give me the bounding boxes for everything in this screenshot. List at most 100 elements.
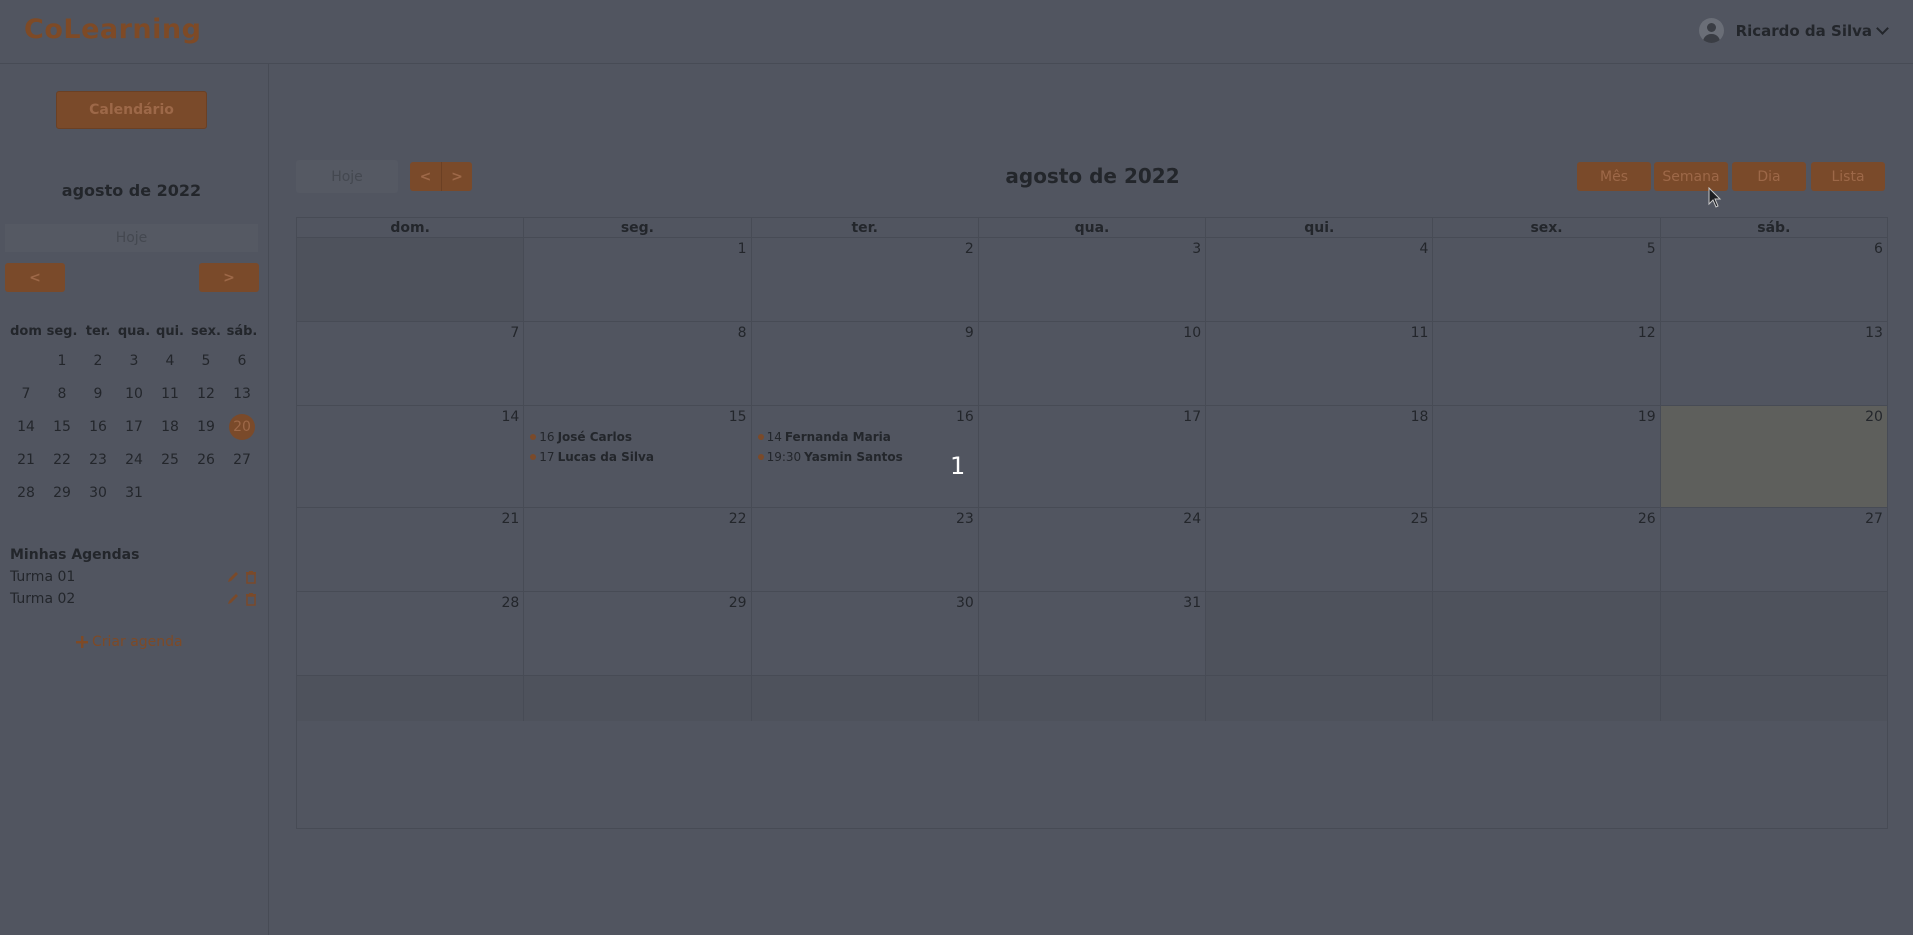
day-number[interactable]: 18 — [1411, 409, 1429, 425]
calendar-button[interactable]: Calendário — [56, 91, 207, 129]
trash-icon[interactable] — [244, 570, 258, 584]
mini-day[interactable]: 15 — [44, 414, 80, 440]
mini-day[interactable]: 12 — [188, 381, 224, 407]
day-cell[interactable]: 19 — [1433, 406, 1661, 507]
day-number[interactable]: 11 — [1411, 325, 1429, 341]
edit-icon[interactable] — [226, 570, 240, 584]
avatar[interactable] — [1698, 18, 1724, 43]
mini-day[interactable]: 20 — [229, 413, 255, 440]
day-cell[interactable]: 29 — [524, 592, 752, 675]
view-list-button[interactable]: Lista — [1811, 162, 1885, 191]
mini-day[interactable]: 29 — [44, 480, 80, 506]
day-cell[interactable]: 10 — [979, 322, 1207, 405]
day-number[interactable]: 24 — [1183, 511, 1201, 527]
day-number[interactable]: 30 — [956, 595, 974, 611]
day-number[interactable]: 14 — [501, 409, 519, 425]
day-cell[interactable]: 21 — [297, 508, 525, 591]
next-button[interactable]: > — [441, 162, 472, 191]
mini-day[interactable]: 16 — [80, 414, 116, 440]
calendar-event[interactable]: 14 Fernanda Maria — [757, 430, 891, 444]
day-number[interactable]: 10 — [1183, 325, 1201, 341]
day-number[interactable]: 28 — [501, 595, 519, 611]
mini-day[interactable]: 6 — [224, 348, 260, 374]
chevron-down-icon[interactable] — [1876, 21, 1889, 35]
day-cell[interactable]: 1 — [524, 238, 752, 321]
mini-day[interactable]: 3 — [116, 348, 152, 374]
day-number[interactable]: 12 — [1638, 325, 1656, 341]
day-number[interactable]: 13 — [1865, 325, 1883, 341]
mini-day[interactable]: 18 — [152, 414, 188, 440]
mini-day[interactable]: 9 — [80, 381, 116, 407]
day-cell[interactable]: 26 — [1433, 508, 1661, 591]
mini-day[interactable]: 27 — [224, 447, 260, 473]
mini-day[interactable]: 17 — [116, 414, 152, 440]
mini-day[interactable]: 11 — [152, 381, 188, 407]
day-number[interactable]: 6 — [1874, 241, 1883, 257]
day-number[interactable]: 3 — [1192, 241, 1201, 257]
day-cell[interactable]: 23 — [752, 508, 979, 591]
mini-day[interactable]: 31 — [116, 480, 152, 506]
day-cell[interactable]: 7 — [297, 322, 525, 405]
view-month-button[interactable]: Mês — [1577, 162, 1651, 191]
prev-button[interactable]: < — [410, 162, 441, 191]
mini-day[interactable]: 1 — [44, 348, 80, 374]
mini-day[interactable]: 24 — [116, 447, 152, 473]
view-day-button[interactable]: Dia — [1732, 162, 1806, 191]
day-cell[interactable]: 30 — [752, 592, 979, 675]
agenda-item[interactable]: Turma 02 — [10, 591, 258, 609]
day-number[interactable]: 31 — [1183, 595, 1201, 611]
user-name[interactable]: Ricardo da Silva — [1736, 22, 1872, 40]
day-cell[interactable]: 18 — [1206, 406, 1434, 507]
day-number[interactable]: 26 — [1638, 511, 1656, 527]
edit-icon[interactable] — [226, 592, 240, 606]
app-logo[interactable]: CoLearning — [24, 14, 201, 45]
day-cell[interactable]: 5 — [1433, 238, 1661, 321]
mini-day[interactable]: 10 — [116, 381, 152, 407]
day-cell[interactable]: 27 — [1661, 508, 1887, 591]
mini-day[interactable]: 8 — [44, 381, 80, 407]
create-agenda-label[interactable]: Criar agenda — [92, 634, 183, 650]
mini-day[interactable]: 13 — [224, 381, 260, 407]
mini-today-button[interactable]: Hoje — [5, 224, 258, 252]
day-number[interactable]: 16 — [956, 409, 974, 425]
day-cell[interactable]: 22 — [524, 508, 752, 591]
day-number[interactable]: 21 — [501, 511, 519, 527]
trash-icon[interactable] — [244, 592, 258, 606]
day-cell[interactable]: 31 — [979, 592, 1207, 675]
day-cell[interactable]: 25 — [1206, 508, 1434, 591]
mini-day[interactable]: 28 — [8, 480, 44, 506]
calendar-event[interactable]: 17 Lucas da Silva — [530, 450, 654, 464]
day-number[interactable]: 20 — [1865, 409, 1883, 425]
day-cell[interactable]: 2 — [752, 238, 979, 321]
mini-day[interactable]: 23 — [80, 447, 116, 473]
day-number[interactable]: 9 — [965, 325, 974, 341]
mini-prev-button[interactable]: < — [5, 263, 65, 292]
day-number[interactable]: 29 — [729, 595, 747, 611]
mini-day[interactable]: 5 — [188, 348, 224, 374]
day-cell[interactable]: 9 — [752, 322, 979, 405]
create-agenda-link[interactable]: Criar agenda — [76, 634, 183, 650]
day-cell[interactable]: 24 — [979, 508, 1207, 591]
day-number[interactable]: 19 — [1638, 409, 1656, 425]
mini-day[interactable]: 25 — [152, 447, 188, 473]
day-cell[interactable]: 12 — [1433, 322, 1661, 405]
day-number[interactable]: 2 — [965, 241, 974, 257]
mini-day[interactable]: 26 — [188, 447, 224, 473]
agenda-label[interactable]: Turma 01 — [10, 569, 75, 585]
user-menu[interactable]: Ricardo da Silva — [1698, 18, 1889, 43]
day-cell[interactable]: 17 — [979, 406, 1207, 507]
day-cell[interactable]: 11 — [1206, 322, 1434, 405]
mini-day[interactable]: 19 — [188, 414, 224, 440]
mini-day[interactable]: 14 — [8, 414, 44, 440]
day-cell[interactable]: 4 — [1206, 238, 1434, 321]
day-number[interactable]: 22 — [729, 511, 747, 527]
day-number[interactable]: 15 — [729, 409, 747, 425]
day-number[interactable]: 4 — [1419, 241, 1428, 257]
mini-day[interactable]: 2 — [80, 348, 116, 374]
day-number[interactable]: 7 — [510, 325, 519, 341]
mini-day[interactable]: 4 — [152, 348, 188, 374]
today-button[interactable]: Hoje — [296, 160, 398, 193]
agenda-item[interactable]: Turma 01 — [10, 569, 258, 587]
day-cell[interactable]: 20 — [1660, 406, 1887, 507]
day-cell[interactable]: 28 — [297, 592, 525, 675]
